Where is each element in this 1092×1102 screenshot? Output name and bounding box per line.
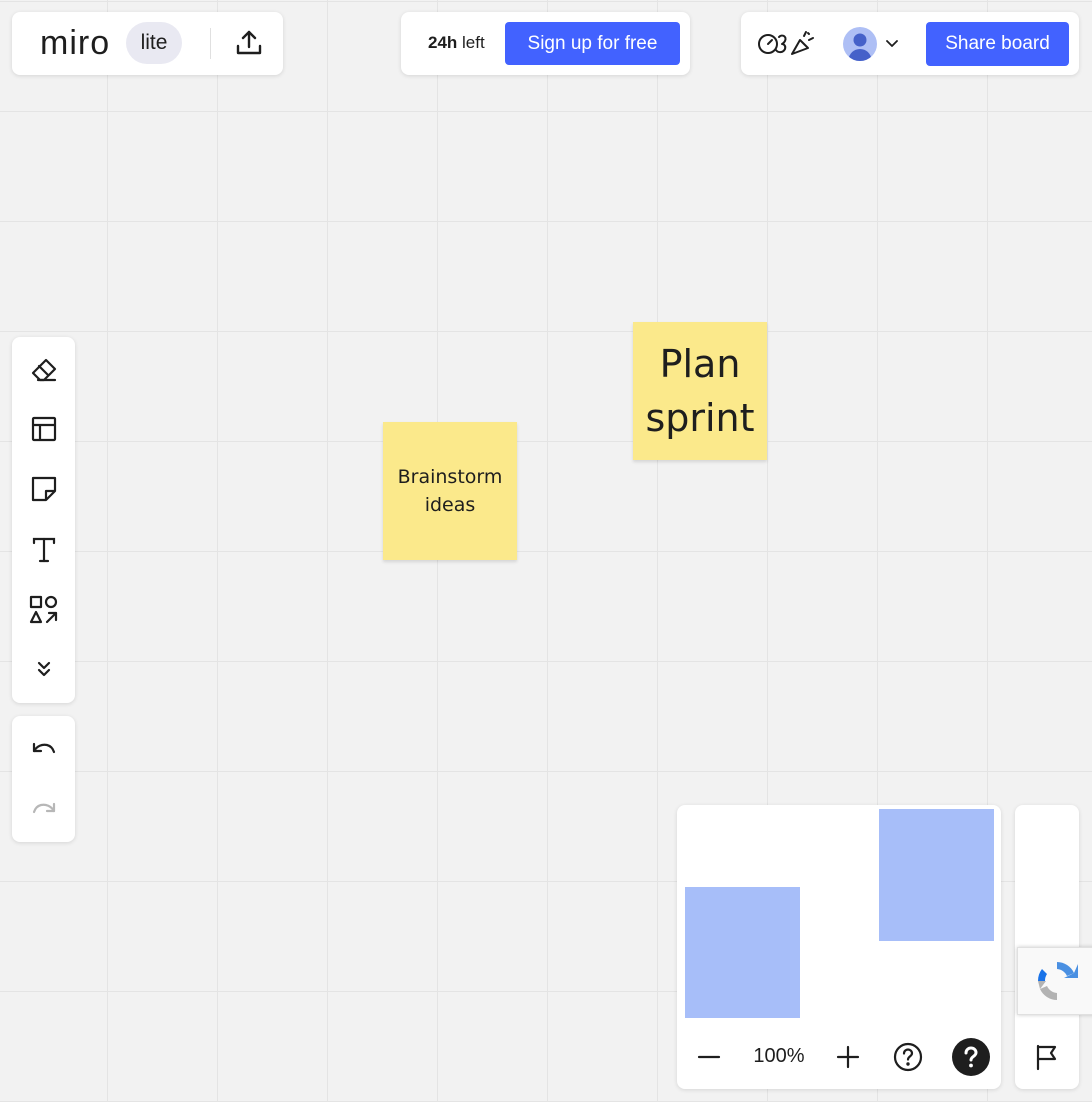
help-button[interactable] [892,1041,924,1073]
left-toolbar [12,337,75,703]
undo-button[interactable] [26,731,62,767]
minus-icon [697,1055,721,1059]
text-tool[interactable] [26,532,62,568]
frames-tool[interactable] [26,411,62,447]
time-left-text: 24h left [428,33,485,53]
sticky-note[interactable]: Brainstorm ideas [383,422,517,560]
frame-template-icon [31,416,57,442]
text-icon [32,537,56,563]
sticky-note-icon [31,476,57,502]
upload-icon [236,30,262,55]
recaptcha-icon [1037,962,1078,1000]
shapes-icon [29,595,58,624]
time-suffix: left [457,33,485,52]
double-chevron-down-icon [37,661,51,677]
minimap-sticky-preview[interactable] [685,887,800,1018]
eraser-tool[interactable] [26,352,62,388]
reactions-icon[interactable] [757,28,819,58]
sticky-note[interactable]: Plan sprint [633,322,767,460]
question-circle-icon [893,1042,923,1072]
sign-up-button[interactable]: Sign up for free [505,22,680,65]
feedback-button[interactable] [1029,1039,1065,1075]
zoom-out-button[interactable] [693,1041,725,1073]
lite-badge: lite [126,22,182,64]
user-avatar-icon [848,33,872,61]
share-board-button[interactable]: Share board [926,22,1069,66]
shapes-tool[interactable] [26,592,62,628]
history-panel [12,716,75,842]
sticky-note-tool[interactable] [26,471,62,507]
redo-button[interactable] [26,791,62,827]
trial-panel: 24h left Sign up for free [401,12,690,75]
zoom-controls: 100% [677,1035,1001,1079]
plus-icon [836,1045,860,1069]
minimap-sticky-preview[interactable] [879,809,994,941]
minimap-panel: 100% [677,805,1001,1089]
help-center-button[interactable] [951,1037,991,1077]
miro-logo[interactable]: miro [40,24,110,62]
more-tools-button[interactable] [26,651,62,687]
help-filled-icon [952,1038,990,1076]
avatar[interactable] [843,27,877,61]
undo-icon [32,742,56,754]
flag-icon [1036,1044,1057,1071]
eraser-icon [31,358,57,382]
zoom-level[interactable]: 100% [743,1045,815,1068]
zoom-in-button[interactable] [832,1041,864,1073]
recaptcha-badge[interactable] [1017,947,1092,1015]
chevron-down-icon[interactable] [885,36,899,50]
export-button[interactable] [232,26,266,60]
redo-icon [32,802,56,814]
top-left-panel: miro lite [12,12,283,75]
divider [210,28,211,59]
time-value: 24h [428,33,458,52]
top-right-panel: Share board [741,12,1079,75]
